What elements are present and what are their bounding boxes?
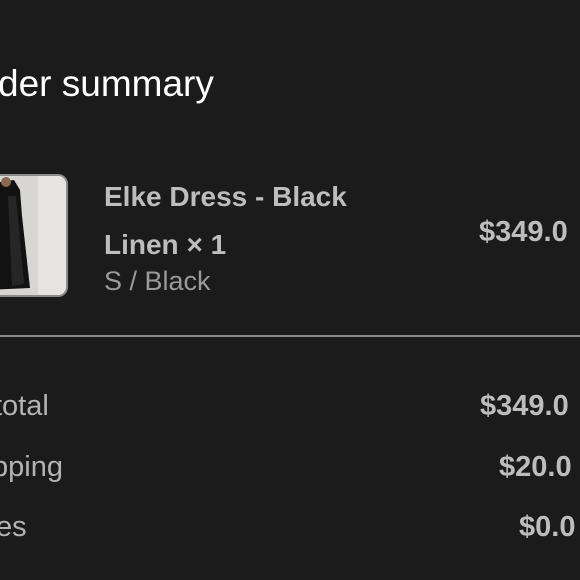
taxes-label: es — [0, 511, 27, 543]
taxes-value: $0.0 — [519, 511, 576, 543]
product-price: $349.0 — [479, 216, 568, 248]
divider — [0, 335, 580, 337]
order-summary-panel: der summary Elke Dress - Black Linen × 1… — [0, 0, 580, 580]
product-name[interactable]: Elke Dress - Black Linen × 1 — [104, 173, 404, 269]
shipping-label: pping — [0, 451, 63, 483]
subtotal-label: total — [0, 390, 49, 422]
product-variant: S / Black — [104, 266, 211, 296]
subtotal-value: $349.0 — [480, 390, 569, 422]
order-summary-title: der summary — [0, 63, 214, 104]
dress-image-icon — [0, 176, 66, 295]
shipping-value: $20.0 — [499, 451, 572, 483]
product-thumbnail[interactable] — [0, 174, 68, 297]
